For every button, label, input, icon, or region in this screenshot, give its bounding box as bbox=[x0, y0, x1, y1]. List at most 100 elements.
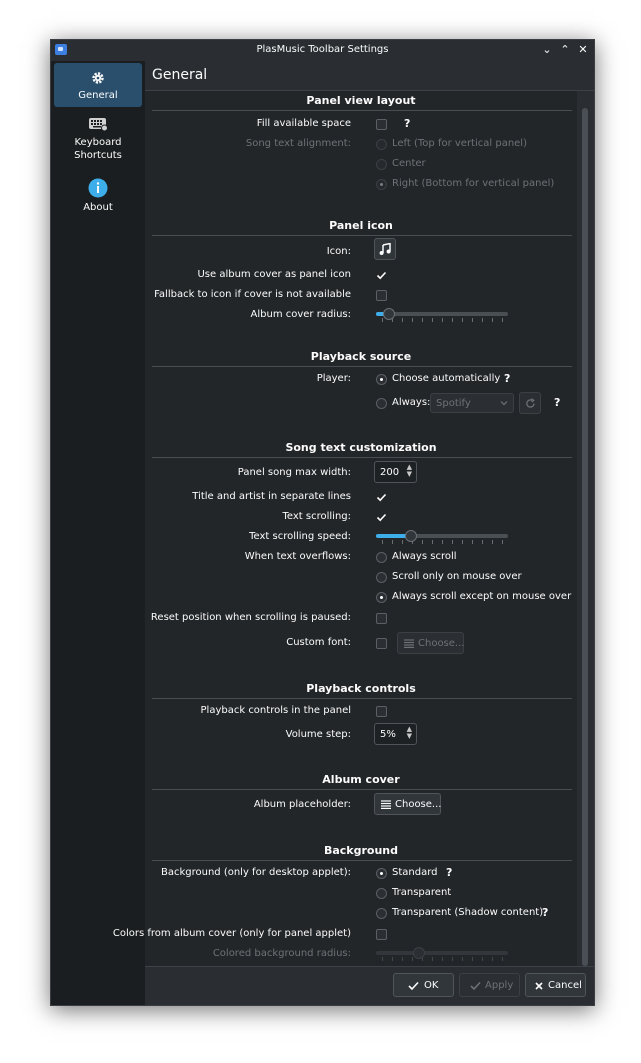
playback-controls-in-panel-label: Playback controls in the panel bbox=[200, 705, 351, 716]
reset-position-checkbox[interactable] bbox=[376, 613, 387, 624]
volume-step-spinbox[interactable]: 5% ▲ ▼ bbox=[374, 723, 417, 745]
background-standard-label: Standard bbox=[392, 867, 438, 878]
sidebar: General Keyboard Shortcuts About bbox=[51, 61, 145, 1005]
playback-controls-in-panel-checkbox[interactable] bbox=[376, 706, 387, 717]
player-label: Player: bbox=[316, 373, 351, 384]
separate-lines-checkbox[interactable] bbox=[376, 492, 387, 503]
align-right-radio[interactable] bbox=[376, 179, 387, 190]
spinbox-value: 200 bbox=[380, 467, 400, 478]
section-title-panel-view-layout: Panel view layout bbox=[306, 94, 416, 107]
help-icon[interactable]: ? bbox=[504, 372, 510, 385]
spinbox-value: 5% bbox=[380, 729, 396, 740]
help-icon[interactable]: ? bbox=[554, 396, 560, 409]
section-title-album-cover: Album cover bbox=[322, 773, 400, 786]
colors-from-album-cover-checkbox[interactable] bbox=[376, 929, 387, 940]
spin-arrows-icon[interactable]: ▲ ▼ bbox=[407, 726, 412, 740]
choose-automatically-label: Choose automatically bbox=[392, 373, 501, 384]
window-title: PlasMusic Toolbar Settings bbox=[256, 44, 389, 55]
background-standard-radio[interactable] bbox=[376, 868, 387, 879]
list-icon bbox=[381, 800, 391, 809]
apply-label: Apply bbox=[485, 980, 514, 991]
scrollbar-thumb[interactable] bbox=[582, 108, 588, 966]
align-left-radio[interactable] bbox=[376, 139, 387, 150]
align-right-label: Right (Bottom for vertical panel) bbox=[392, 178, 555, 189]
icon-picker-button[interactable] bbox=[374, 238, 396, 260]
sidebar-item-general[interactable]: General bbox=[54, 63, 142, 107]
section-title-panel-icon: Panel icon bbox=[329, 219, 393, 232]
slider-handle[interactable] bbox=[405, 530, 417, 542]
refresh-icon bbox=[526, 398, 535, 408]
colored-background-radius-label: Colored background radius: bbox=[212, 948, 351, 959]
scroll-except-mouse-over-label: Always scroll except on mouse over bbox=[392, 591, 572, 602]
album-placeholder-label: Album placeholder: bbox=[253, 799, 351, 810]
always-player-radio[interactable] bbox=[376, 398, 387, 409]
maximize-icon[interactable]: ⌃ bbox=[558, 43, 572, 57]
volume-step-label: Volume step: bbox=[285, 729, 351, 740]
sidebar-item-about[interactable]: About bbox=[54, 178, 142, 220]
text-scrolling-checkbox[interactable] bbox=[376, 512, 387, 523]
apply-button[interactable]: Apply bbox=[459, 973, 520, 997]
section-title-background: Background bbox=[323, 844, 399, 857]
help-icon[interactable]: ? bbox=[446, 866, 452, 879]
close-icon[interactable]: ✕ bbox=[576, 43, 590, 57]
ok-button[interactable]: OK bbox=[393, 973, 454, 997]
slider-handle[interactable] bbox=[382, 308, 395, 320]
colors-from-album-cover-label: Colors from album cover (only for panel … bbox=[112, 928, 351, 939]
player-select[interactable]: Spotify bbox=[430, 393, 514, 413]
colored-background-radius-slider[interactable] bbox=[376, 951, 508, 955]
fallback-to-icon-label: Fallback to icon if cover is not availab… bbox=[154, 289, 351, 300]
custom-font-label: Custom font: bbox=[286, 637, 351, 648]
divider bbox=[152, 860, 572, 861]
align-left-label: Left (Top for vertical panel) bbox=[392, 138, 527, 149]
align-center-label: Center bbox=[392, 158, 426, 169]
panel-song-max-width-label: Panel song max width: bbox=[237, 467, 351, 478]
page-title: General bbox=[152, 67, 208, 83]
help-icon[interactable]: ? bbox=[404, 117, 410, 130]
music-note-icon bbox=[379, 243, 391, 255]
player-select-value: Spotify bbox=[436, 398, 471, 409]
sidebar-item-keyboard-shortcuts[interactable]: Keyboard Shortcuts bbox=[54, 116, 142, 170]
section-title-song-text: Song text customization bbox=[285, 441, 437, 454]
always-scroll-label: Always scroll bbox=[392, 551, 457, 562]
background-transparent-shadow-radio[interactable] bbox=[376, 908, 387, 919]
choose-placeholder-label: Choose... bbox=[395, 799, 442, 810]
use-album-cover-checkbox[interactable] bbox=[376, 270, 387, 281]
divider bbox=[152, 110, 572, 111]
background-transparent-shadow-label: Transparent (Shadow content) bbox=[392, 907, 544, 918]
background-transparent-radio[interactable] bbox=[376, 888, 387, 899]
choose-automatically-radio[interactable] bbox=[376, 374, 387, 385]
album-cover-radius-slider[interactable] bbox=[376, 312, 508, 316]
section-title-playback-source: Playback source bbox=[310, 350, 412, 363]
song-text-alignment-label: Song text alignment: bbox=[245, 138, 351, 149]
background-transparent-label: Transparent bbox=[392, 887, 452, 898]
minimize-icon[interactable]: ⌄ bbox=[540, 43, 554, 57]
close-icon bbox=[535, 982, 543, 990]
when-text-overflows-label: When text overflows: bbox=[244, 551, 351, 562]
choose-placeholder-button[interactable]: Choose... bbox=[374, 793, 441, 815]
fill-available-space-label: Fill available space bbox=[256, 118, 351, 129]
fallback-to-icon-checkbox[interactable] bbox=[376, 290, 387, 301]
custom-font-checkbox[interactable] bbox=[376, 638, 387, 649]
section-title-playback-controls: Playback controls bbox=[306, 682, 416, 695]
fill-available-space-checkbox[interactable] bbox=[376, 119, 387, 130]
check-icon bbox=[470, 981, 481, 991]
list-icon bbox=[404, 639, 414, 648]
info-icon bbox=[88, 178, 108, 198]
divider bbox=[152, 698, 572, 699]
always-scroll-radio[interactable] bbox=[376, 552, 387, 563]
ok-label: OK bbox=[424, 980, 439, 991]
choose-font-button[interactable]: Choose... bbox=[397, 632, 464, 654]
cancel-button[interactable]: Cancel bbox=[525, 973, 586, 997]
align-center-radio[interactable] bbox=[376, 159, 387, 170]
scroll-except-mouse-over-radio[interactable] bbox=[376, 592, 387, 603]
check-icon bbox=[408, 981, 419, 991]
reset-position-label: Reset position when scrolling is paused: bbox=[150, 612, 351, 623]
panel-song-max-width-spinbox[interactable]: 200 ▲ ▼ bbox=[374, 461, 417, 483]
divider bbox=[152, 789, 572, 790]
scroll-on-mouse-over-radio[interactable] bbox=[376, 572, 387, 583]
refresh-players-button[interactable] bbox=[519, 392, 541, 414]
slider-handle[interactable] bbox=[413, 947, 425, 959]
help-icon[interactable]: ? bbox=[542, 906, 548, 919]
spin-arrows-icon[interactable]: ▲ ▼ bbox=[407, 464, 412, 478]
sidebar-item-label: About bbox=[83, 202, 113, 213]
